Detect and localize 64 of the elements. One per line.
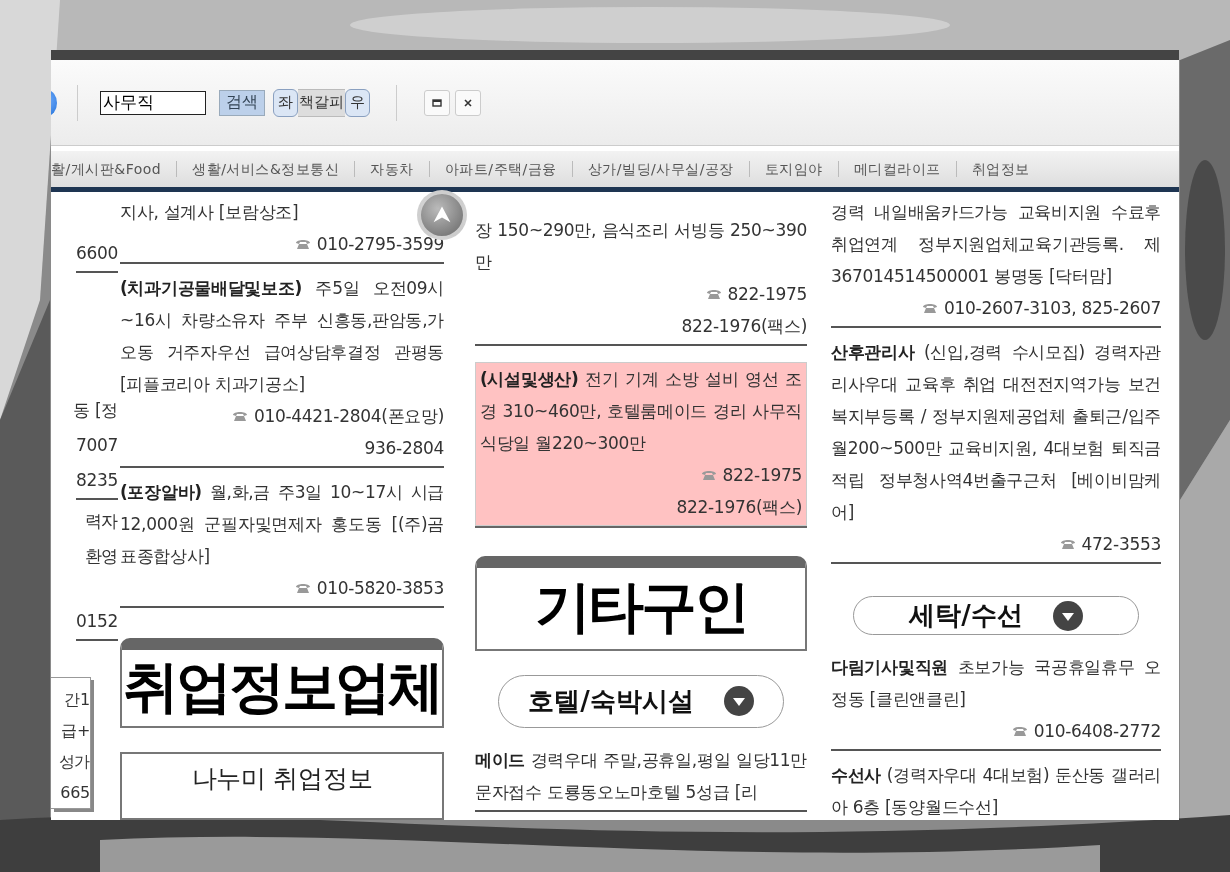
ad-text: 메이드 경력우대 주말,공휴일,평일 일당11만 문자접수 도룡동오노마호텔 5성급 [리: [475, 749, 807, 804]
toolbar-button[interactable]: 좌: [273, 88, 298, 117]
close-button[interactable]: [455, 89, 481, 116]
phone-number: 010-2795-3599: [316, 233, 444, 256]
listing-title: 나누미 취업정보: [191, 763, 373, 795]
ad-text: 경력 내일배움카드가능 교육비지원 수료후 취업연계 정부지원업체교육기관등록. 제 367014514500001 봉명동 [닥터맘]: [831, 201, 1161, 288]
ad-text: 산후관리사 (신입,경력 수시모집) 경력자관리사우대 교육후 취업 대전전지역가능 보건복지부등록 / 정부지원제공업체 출퇴근/입주 월200~500만 교육비지원, 4대보험 퇴직금적립 정부청사역4번출구근처 [베이비맘케어]: [831, 341, 1161, 524]
ad-text: 수선사 (경력자우대 4대보험) 둔산동 갤러리아 6층 [동양월드수선]: [831, 764, 1161, 819]
phone-number: 010-2607-3103, 825-2607: [944, 297, 1161, 320]
phone-icon: [705, 288, 722, 300]
panel-text: 성가: [58, 751, 90, 773]
search-field[interactable]: 사무직: [100, 90, 206, 115]
phone-number: 822-1976(팩스): [681, 315, 807, 338]
phone-icon: [922, 302, 938, 314]
phone-number: 822-1975: [727, 283, 807, 306]
nav-link[interactable]: 활/게시판&Food: [51, 161, 177, 177]
close-icon: [463, 97, 473, 108]
ad-text: 지사, 설계사 [보람상조]: [120, 201, 299, 224]
phone-icon: [231, 410, 248, 422]
panel-text: 665: [60, 782, 90, 804]
phone-number: 010-4421-2804(폰요망): [253, 405, 444, 428]
phone-number: 936-2804: [364, 437, 444, 460]
ad-text: (포장알바) 월,화,금 주3일 10~17시 시급 12,000원 군필자및면제자 홍도동 [(주)곰표종합상사]: [120, 481, 444, 568]
ad-text-fragment: 동 [정: [73, 399, 118, 422]
nav-link[interactable]: 생활/서비스&정보통신: [176, 161, 355, 177]
section-title: 취업정보업체: [123, 653, 441, 721]
dropdown-icon: [1052, 600, 1083, 631]
ad-text-fragment: 8235: [75, 463, 118, 500]
phone-number: 010-6408-2772: [1033, 720, 1161, 743]
ad-text: 다림기사및직원 초보가능 국공휴일휴무 오정동 [클린앤클린]: [831, 656, 1161, 711]
panel-text: 급+: [61, 720, 90, 742]
ad-text-fragment: 0152: [75, 604, 118, 641]
nav-link[interactable]: 취업정보: [955, 161, 1045, 177]
section-title: 기타구인: [535, 573, 747, 642]
restore-button[interactable]: [424, 89, 450, 116]
ad-text: (치과기공물배달및보조) 주5일 오전09시 ~16시 차량소유자 주부 신흥동,판암동,가오동 거주자우선 급여상담후결정 관평동 [피플코리아 치과기공소]: [120, 277, 444, 396]
panel-text: 간1: [64, 689, 90, 711]
phone-icon: [294, 582, 311, 594]
category-dropdown[interactable]: 호텔/숙박시설: [498, 674, 784, 728]
phone-number: 822-1976(팩스): [676, 496, 802, 519]
phone-icon: [1011, 725, 1028, 737]
dropdown-icon: [723, 686, 754, 717]
search-button[interactable]: 검색: [219, 89, 265, 116]
phone-icon: [1059, 538, 1076, 550]
ad-text-fragment: 환영: [84, 545, 118, 568]
nav-link[interactable]: 상가/빌딩/사무실/공장: [571, 161, 749, 177]
ad-text-fragment: 7007: [75, 434, 118, 457]
nav-link[interactable]: 자동차: [354, 161, 429, 177]
phone-icon: [294, 238, 311, 250]
toolbar-button[interactable]: 책갈피: [298, 88, 345, 117]
phone-number: 010-5820-3853: [316, 577, 444, 600]
nav-link[interactable]: 아파트/주택/금융: [428, 161, 572, 177]
nav-link[interactable]: 메디컬라이프: [837, 161, 956, 177]
restore-icon: [432, 97, 442, 108]
phone-number: 472-3553: [1081, 533, 1161, 556]
nav-link[interactable]: 토지임야: [748, 161, 838, 177]
category-dropdown[interactable]: 세탁/수선: [853, 596, 1139, 635]
phone-number: 822-1975: [722, 464, 802, 487]
ad-text: (시설및생산) 전기 기계 소방 설비 영선 조경 310~460만, 호텔룸메이드 경리 사무직 식당일 월220~300만: [480, 368, 802, 455]
ad-text-fragment: 력자: [84, 510, 118, 533]
ad-text: 장 150~290만, 음식조리 서빙등 250~390만: [475, 219, 807, 274]
phone-icon: [700, 469, 717, 481]
toolbar-button[interactable]: 우: [345, 88, 370, 117]
ad-text-fragment: 6600: [75, 236, 118, 273]
